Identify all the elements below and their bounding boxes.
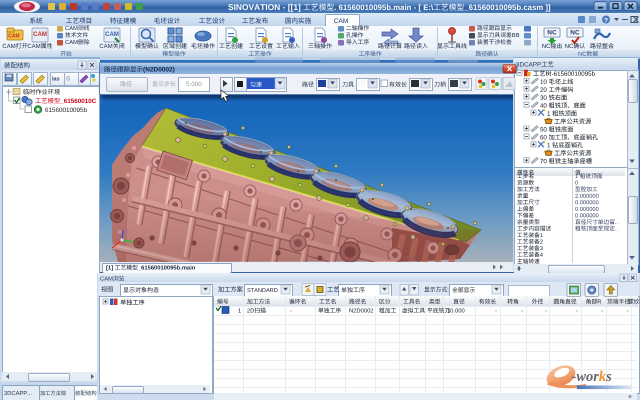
svg-text:B: B: [66, 77, 71, 83]
svg-text:-works: -works: [572, 369, 613, 385]
svg-text:?: ?: [604, 18, 608, 25]
svg-text:CAM: CAM: [33, 32, 47, 38]
svg-text:las: las: [52, 77, 60, 83]
svg-text:NC: NC: [547, 30, 557, 37]
svg-text:CAM: CAM: [105, 32, 119, 38]
svg-text:NC: NC: [570, 30, 580, 37]
svg-text:CAM: CAM: [8, 34, 19, 40]
